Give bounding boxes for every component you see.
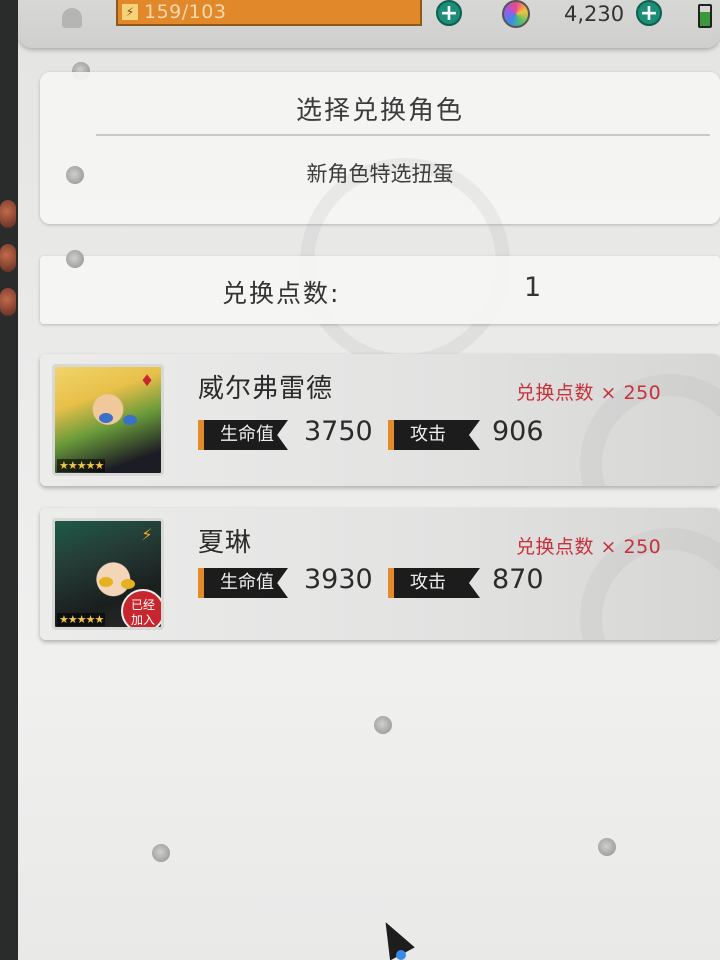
portrait-eye (99, 577, 113, 587)
joined-badge: 已经 加入 (121, 589, 161, 627)
select-character-panel: 选择兑换角色 新角色特选扭蛋 (40, 72, 720, 368)
stamina-value: 159/103 (144, 1, 227, 23)
hp-label: 生命值 (198, 568, 288, 598)
screw-decoration (152, 844, 170, 862)
portrait-eye (121, 579, 135, 589)
star-rating: ★★★★★ (57, 613, 106, 626)
app-shortcut-icon (0, 244, 16, 272)
character-card[interactable]: ♦ ★★★★★ 威尔弗雷德 兑换点数 × 250 生命值 3750 攻击 906 (40, 354, 720, 486)
character-portrait: ♦ ★★★★★ (52, 364, 164, 476)
panel-title: 选择兑换角色 (295, 96, 464, 126)
left-bezel-decoration (0, 200, 18, 332)
exchange-cost: 兑换点数 × 250 (516, 382, 662, 404)
portrait-eye (99, 413, 113, 423)
app-shortcut-icon (0, 200, 16, 228)
exchange-cost: 兑换点数 × 250 (516, 536, 662, 558)
gem-icon (502, 0, 530, 28)
hp-value: 3750 (304, 416, 373, 447)
character-name: 夏琳 (198, 528, 253, 558)
bell-icon[interactable] (62, 8, 82, 28)
resource-bar: ⚡ 159/103 + 4,230 + (18, 0, 720, 48)
hp-label: 生命值 (198, 420, 288, 450)
screw-decoration (66, 250, 84, 268)
attack-label: 攻击 (388, 568, 480, 598)
card-suit-icon: ♦ (139, 371, 155, 390)
battery-icon (698, 4, 712, 28)
screw-decoration (66, 166, 84, 184)
character-portrait: ⚡ ★★★★★ 已经 加入 (52, 518, 164, 630)
exchange-points-value: 1 (524, 272, 542, 303)
gacha-pool-name[interactable]: 新角色特选扭蛋 (40, 158, 720, 188)
stamina-bar: ⚡ 159/103 (116, 0, 422, 26)
character-name: 威尔弗雷德 (198, 374, 334, 404)
star-rating: ★★★★★ (57, 459, 106, 472)
exchange-screen: ⚡ 159/103 + 4,230 + 选择兑换角色 新角色特选扭蛋 兑换点数:… (18, 0, 720, 960)
gem-count: 4,230 (564, 2, 625, 26)
app-shortcut-icon (0, 288, 16, 316)
attack-value: 870 (492, 564, 544, 595)
portrait-eye (123, 415, 137, 425)
divider (96, 134, 710, 136)
character-card[interactable]: ⚡ ★★★★★ 已经 加入 夏琳 兑换点数 × 250 生命值 3930 攻击 8… (40, 508, 720, 640)
hp-value: 3930 (304, 564, 373, 595)
mouse-cursor-icon (373, 915, 415, 960)
add-stamina-button[interactable]: + (436, 0, 462, 26)
attack-value: 906 (492, 416, 544, 447)
screw-decoration (598, 838, 616, 856)
lightning-icon: ⚡ (122, 4, 138, 20)
add-gem-button[interactable]: + (636, 0, 662, 26)
screw-decoration (374, 716, 392, 734)
exchange-points-panel: 兑换点数: 1 (40, 250, 720, 324)
attack-label: 攻击 (388, 420, 480, 450)
exchange-points-label: 兑换点数: (222, 279, 341, 308)
lightning-icon: ⚡ (141, 525, 153, 544)
cursor-dot (396, 950, 406, 960)
